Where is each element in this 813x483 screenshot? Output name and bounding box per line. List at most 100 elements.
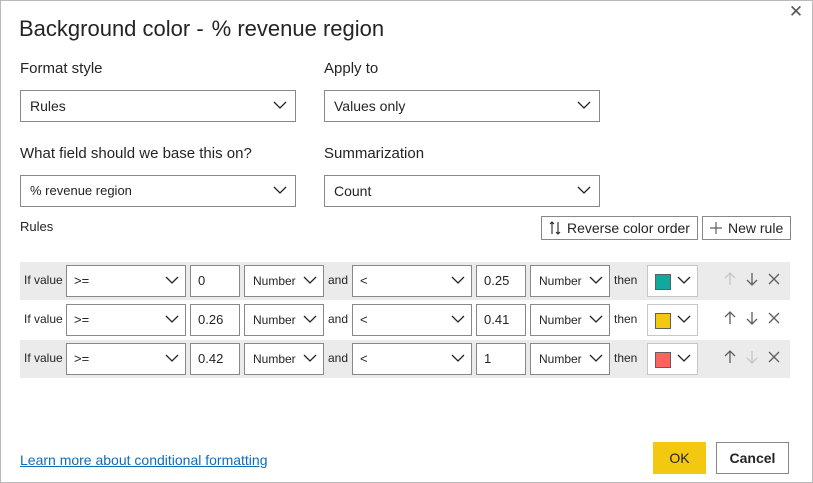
operator2-value: <	[360, 312, 368, 327]
delete-rule-icon[interactable]	[767, 350, 781, 364]
value1-text: 0.42	[198, 351, 224, 366]
rule-row: If value >= 0.42 Number and < 1 Number t…	[20, 340, 790, 378]
then-label: then	[614, 273, 638, 287]
learn-more-link[interactable]: Learn more about conditional formatting	[20, 452, 267, 468]
chevron-down-icon	[589, 354, 603, 362]
chevron-down-icon	[589, 315, 603, 323]
type1-dropdown[interactable]: Number	[244, 265, 324, 297]
operator1-dropdown[interactable]: >=	[66, 343, 186, 375]
chevron-down-icon	[589, 276, 603, 284]
value2-input[interactable]: 1	[476, 343, 526, 375]
type2-dropdown[interactable]: Number	[530, 343, 610, 375]
move-up-icon[interactable]	[723, 311, 737, 325]
then-label: then	[614, 312, 638, 326]
value1-input[interactable]: 0.42	[190, 343, 240, 375]
dialog-field-name: % revenue region	[211, 16, 385, 41]
operator1-dropdown[interactable]: >=	[66, 265, 186, 297]
format-style-value: Rules	[30, 98, 66, 114]
dialog-title: Background color - % revenue region	[19, 16, 384, 42]
chevron-down-icon	[451, 354, 465, 362]
value1-text: 0.26	[198, 312, 224, 327]
value1-input[interactable]: 0	[190, 265, 240, 297]
type2-dropdown[interactable]: Number	[530, 304, 610, 336]
delete-rule-icon[interactable]	[767, 311, 781, 325]
color-swatch	[655, 313, 671, 329]
close-icon[interactable]: ✕	[788, 3, 804, 20]
value2-input[interactable]: 0.41	[476, 304, 526, 336]
color-swatch	[655, 352, 671, 368]
type2-dropdown[interactable]: Number	[530, 265, 610, 297]
summarization-value: Count	[334, 183, 372, 199]
reverse-color-order-button[interactable]: Reverse color order	[541, 216, 698, 240]
and-label: and	[328, 273, 349, 287]
chevron-down-icon	[451, 315, 465, 323]
base-field-value: % revenue region	[30, 183, 132, 198]
value1-text: 0	[198, 273, 206, 288]
operator2-dropdown[interactable]: <	[352, 265, 472, 297]
operator2-dropdown[interactable]: <	[352, 304, 472, 336]
cancel-button[interactable]: Cancel	[716, 442, 789, 474]
operator2-dropdown[interactable]: <	[352, 343, 472, 375]
and-label: and	[328, 351, 349, 365]
dialog-title-text: Background color -	[19, 16, 204, 41]
type2-value: Number	[539, 313, 582, 327]
color-picker[interactable]	[647, 304, 698, 336]
new-rule-button[interactable]: New rule	[702, 216, 792, 240]
chevron-down-icon	[165, 315, 179, 323]
value2-text: 1	[484, 351, 492, 366]
operator2-value: <	[360, 273, 368, 288]
plus-icon	[710, 222, 722, 234]
chevron-down-icon	[577, 101, 591, 109]
chevron-down-icon	[577, 186, 591, 194]
value2-input[interactable]: 0.25	[476, 265, 526, 297]
chevron-down-icon	[677, 276, 691, 284]
operator1-dropdown[interactable]: >=	[66, 304, 186, 336]
if-value-label: If value	[24, 351, 63, 365]
value2-text: 0.25	[484, 273, 510, 288]
format-style-dropdown[interactable]: Rules	[20, 90, 296, 122]
color-swatch	[655, 274, 671, 290]
chevron-down-icon	[677, 315, 691, 323]
and-label: and	[328, 312, 349, 326]
color-picker[interactable]	[647, 343, 698, 375]
operator1-value: >=	[74, 312, 90, 327]
color-picker[interactable]	[647, 265, 698, 297]
type1-dropdown[interactable]: Number	[244, 304, 324, 336]
then-label: then	[614, 351, 638, 365]
operator2-value: <	[360, 351, 368, 366]
move-up-icon[interactable]	[723, 272, 737, 286]
summarization-dropdown[interactable]: Count	[324, 175, 600, 207]
type1-value: Number	[253, 352, 296, 366]
chevron-down-icon	[303, 315, 317, 323]
apply-to-dropdown[interactable]: Values only	[324, 90, 600, 122]
if-value-label: If value	[24, 312, 63, 326]
chevron-down-icon	[273, 186, 287, 194]
base-field-label: What field should we base this on?	[20, 145, 252, 162]
move-down-icon[interactable]	[745, 350, 759, 364]
format-style-label: Format style	[20, 60, 103, 77]
type1-dropdown[interactable]: Number	[244, 343, 324, 375]
sort-arrows-icon	[549, 221, 561, 235]
reverse-color-order-label: Reverse color order	[567, 220, 690, 236]
summarization-label: Summarization	[324, 145, 425, 162]
chevron-down-icon	[303, 276, 317, 284]
chevron-down-icon	[165, 276, 179, 284]
chevron-down-icon	[303, 354, 317, 362]
operator1-value: >=	[74, 273, 90, 288]
chevron-down-icon	[677, 354, 691, 362]
move-down-icon[interactable]	[745, 272, 759, 286]
apply-to-value: Values only	[334, 98, 406, 114]
conditional-formatting-dialog: ✕ Background color - % revenue region For…	[0, 0, 813, 483]
if-value-label: If value	[24, 273, 63, 287]
chevron-down-icon	[451, 276, 465, 284]
type1-value: Number	[253, 274, 296, 288]
chevron-down-icon	[273, 101, 287, 109]
value2-text: 0.41	[484, 312, 510, 327]
move-down-icon[interactable]	[745, 311, 759, 325]
rule-row: If value >= 0 Number and < 0.25 Number t…	[20, 262, 790, 300]
delete-rule-icon[interactable]	[767, 272, 781, 286]
base-field-dropdown[interactable]: % revenue region	[20, 175, 296, 207]
value1-input[interactable]: 0.26	[190, 304, 240, 336]
ok-button[interactable]: OK	[653, 442, 706, 474]
move-up-icon[interactable]	[723, 350, 737, 364]
